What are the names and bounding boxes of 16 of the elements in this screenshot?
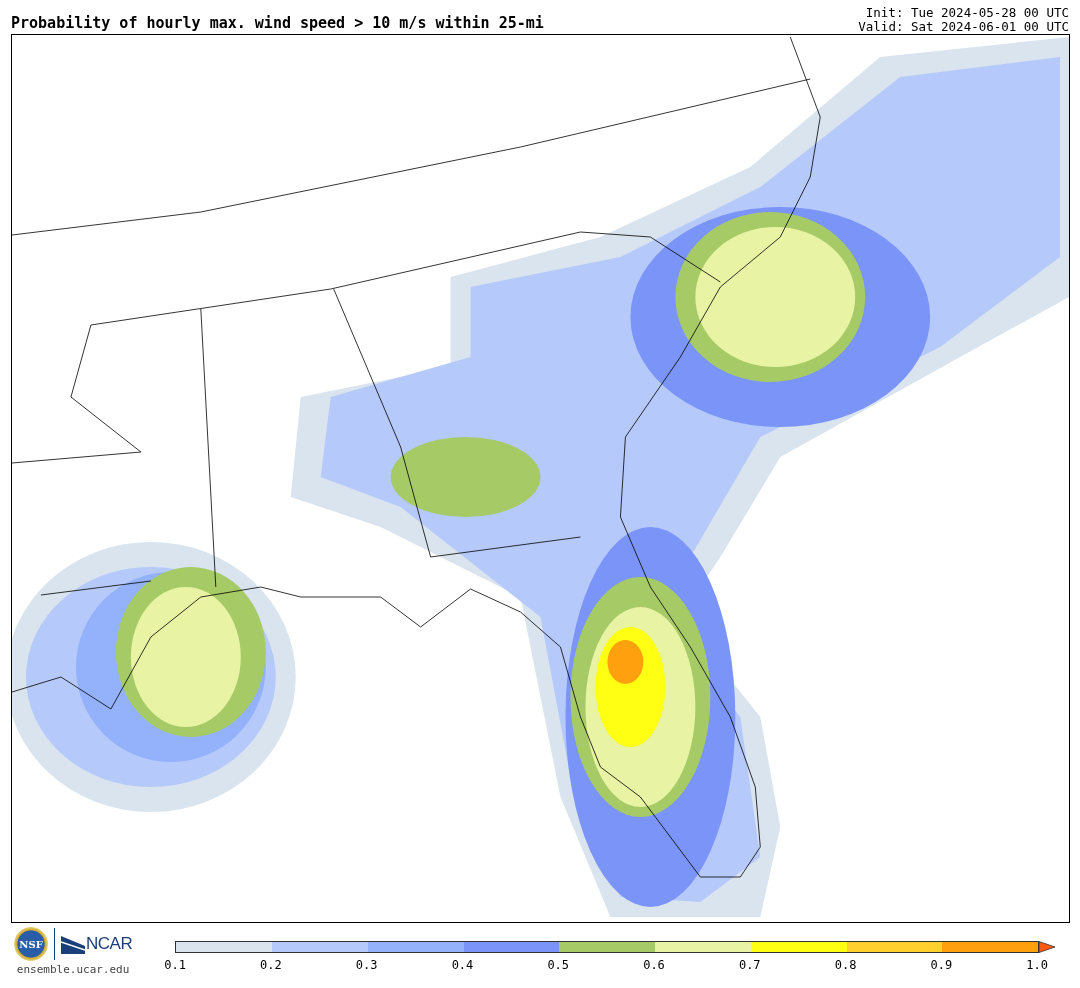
tick-label: 0.1 <box>163 958 187 972</box>
tick-label: 0.9 <box>929 958 954 972</box>
tick-label: 0.7 <box>737 958 762 972</box>
tick-label: 0.4 <box>450 958 475 972</box>
chart-title: Probability of hourly max. wind speed > 10 m/s within 25-mi <box>11 14 544 34</box>
tick-label: 0.6 <box>642 958 666 972</box>
nsf-logo: NSF <box>14 927 48 961</box>
tick-label: 1.0 <box>1025 958 1049 972</box>
init-time: Init: Tue 2024-05-28 00 UTC <box>865 6 1069 20</box>
tick-label: 0.5 <box>546 958 571 972</box>
ncar-logo: NCAR <box>61 934 133 954</box>
tick-label: 0.3 <box>354 958 379 972</box>
tick-label: 0.8 <box>833 958 858 972</box>
site-url: ensemble.ucar.edu <box>16 963 130 976</box>
tick-label: 0.2 <box>259 958 283 972</box>
valid-time: Valid: Sat 2024-06-01 00 UTC <box>858 20 1069 34</box>
